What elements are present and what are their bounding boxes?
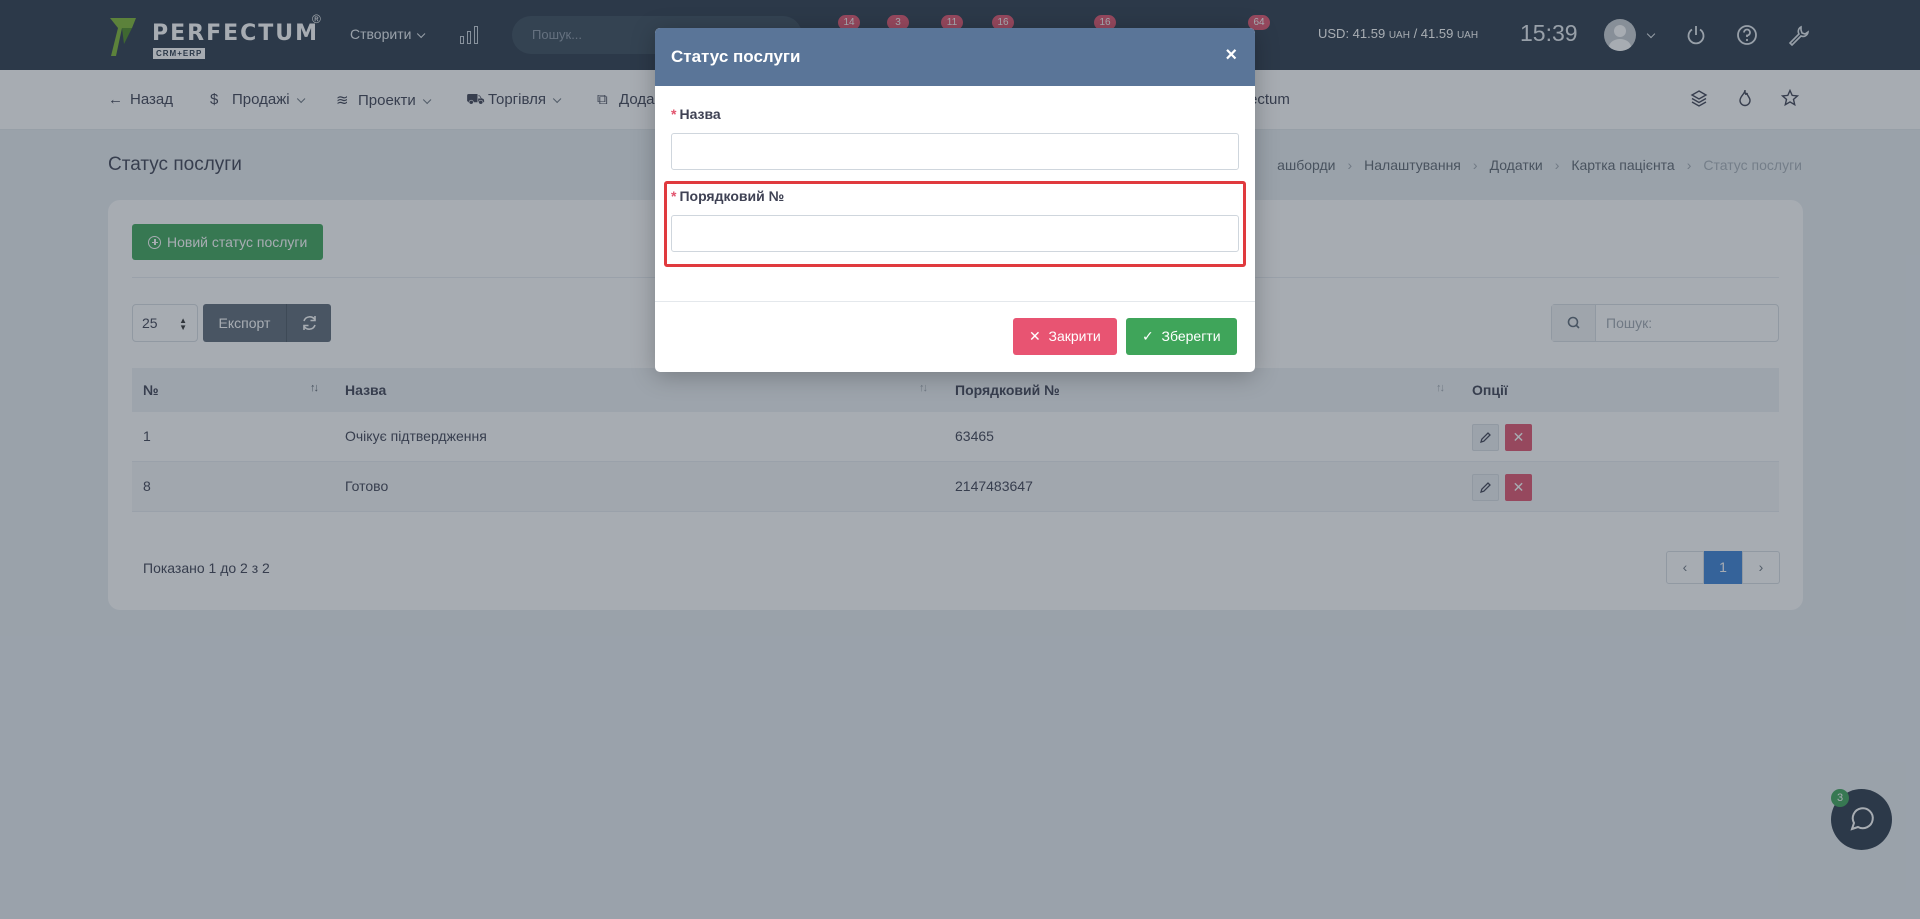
close-icon: ✕	[1029, 328, 1041, 344]
order-field-label-text: Порядковий №	[679, 188, 785, 204]
close-icon[interactable]: ×	[1225, 44, 1237, 66]
name-field-label: * Назва	[671, 106, 721, 122]
order-field-label: * Порядковий №	[671, 188, 784, 204]
name-field-label-text: Назва	[679, 106, 721, 122]
close-button-label: Закрити	[1048, 328, 1101, 344]
order-number-input[interactable]	[671, 215, 1239, 252]
name-input[interactable]	[671, 133, 1239, 170]
required-mark: *	[671, 188, 677, 204]
save-button[interactable]: ✓ Зберегти	[1126, 318, 1237, 355]
required-mark: *	[671, 106, 677, 122]
modal-header: Статус послуги ×	[655, 28, 1255, 86]
modal-footer-divider	[655, 301, 1255, 302]
check-icon: ✓	[1142, 328, 1154, 344]
status-modal: Статус послуги × * Назва * Порядковий № ✕ …	[655, 28, 1255, 372]
modal-title: Статус послуги	[671, 47, 801, 66]
save-button-label: Зберегти	[1161, 328, 1221, 344]
close-button[interactable]: ✕ Закрити	[1013, 318, 1117, 355]
